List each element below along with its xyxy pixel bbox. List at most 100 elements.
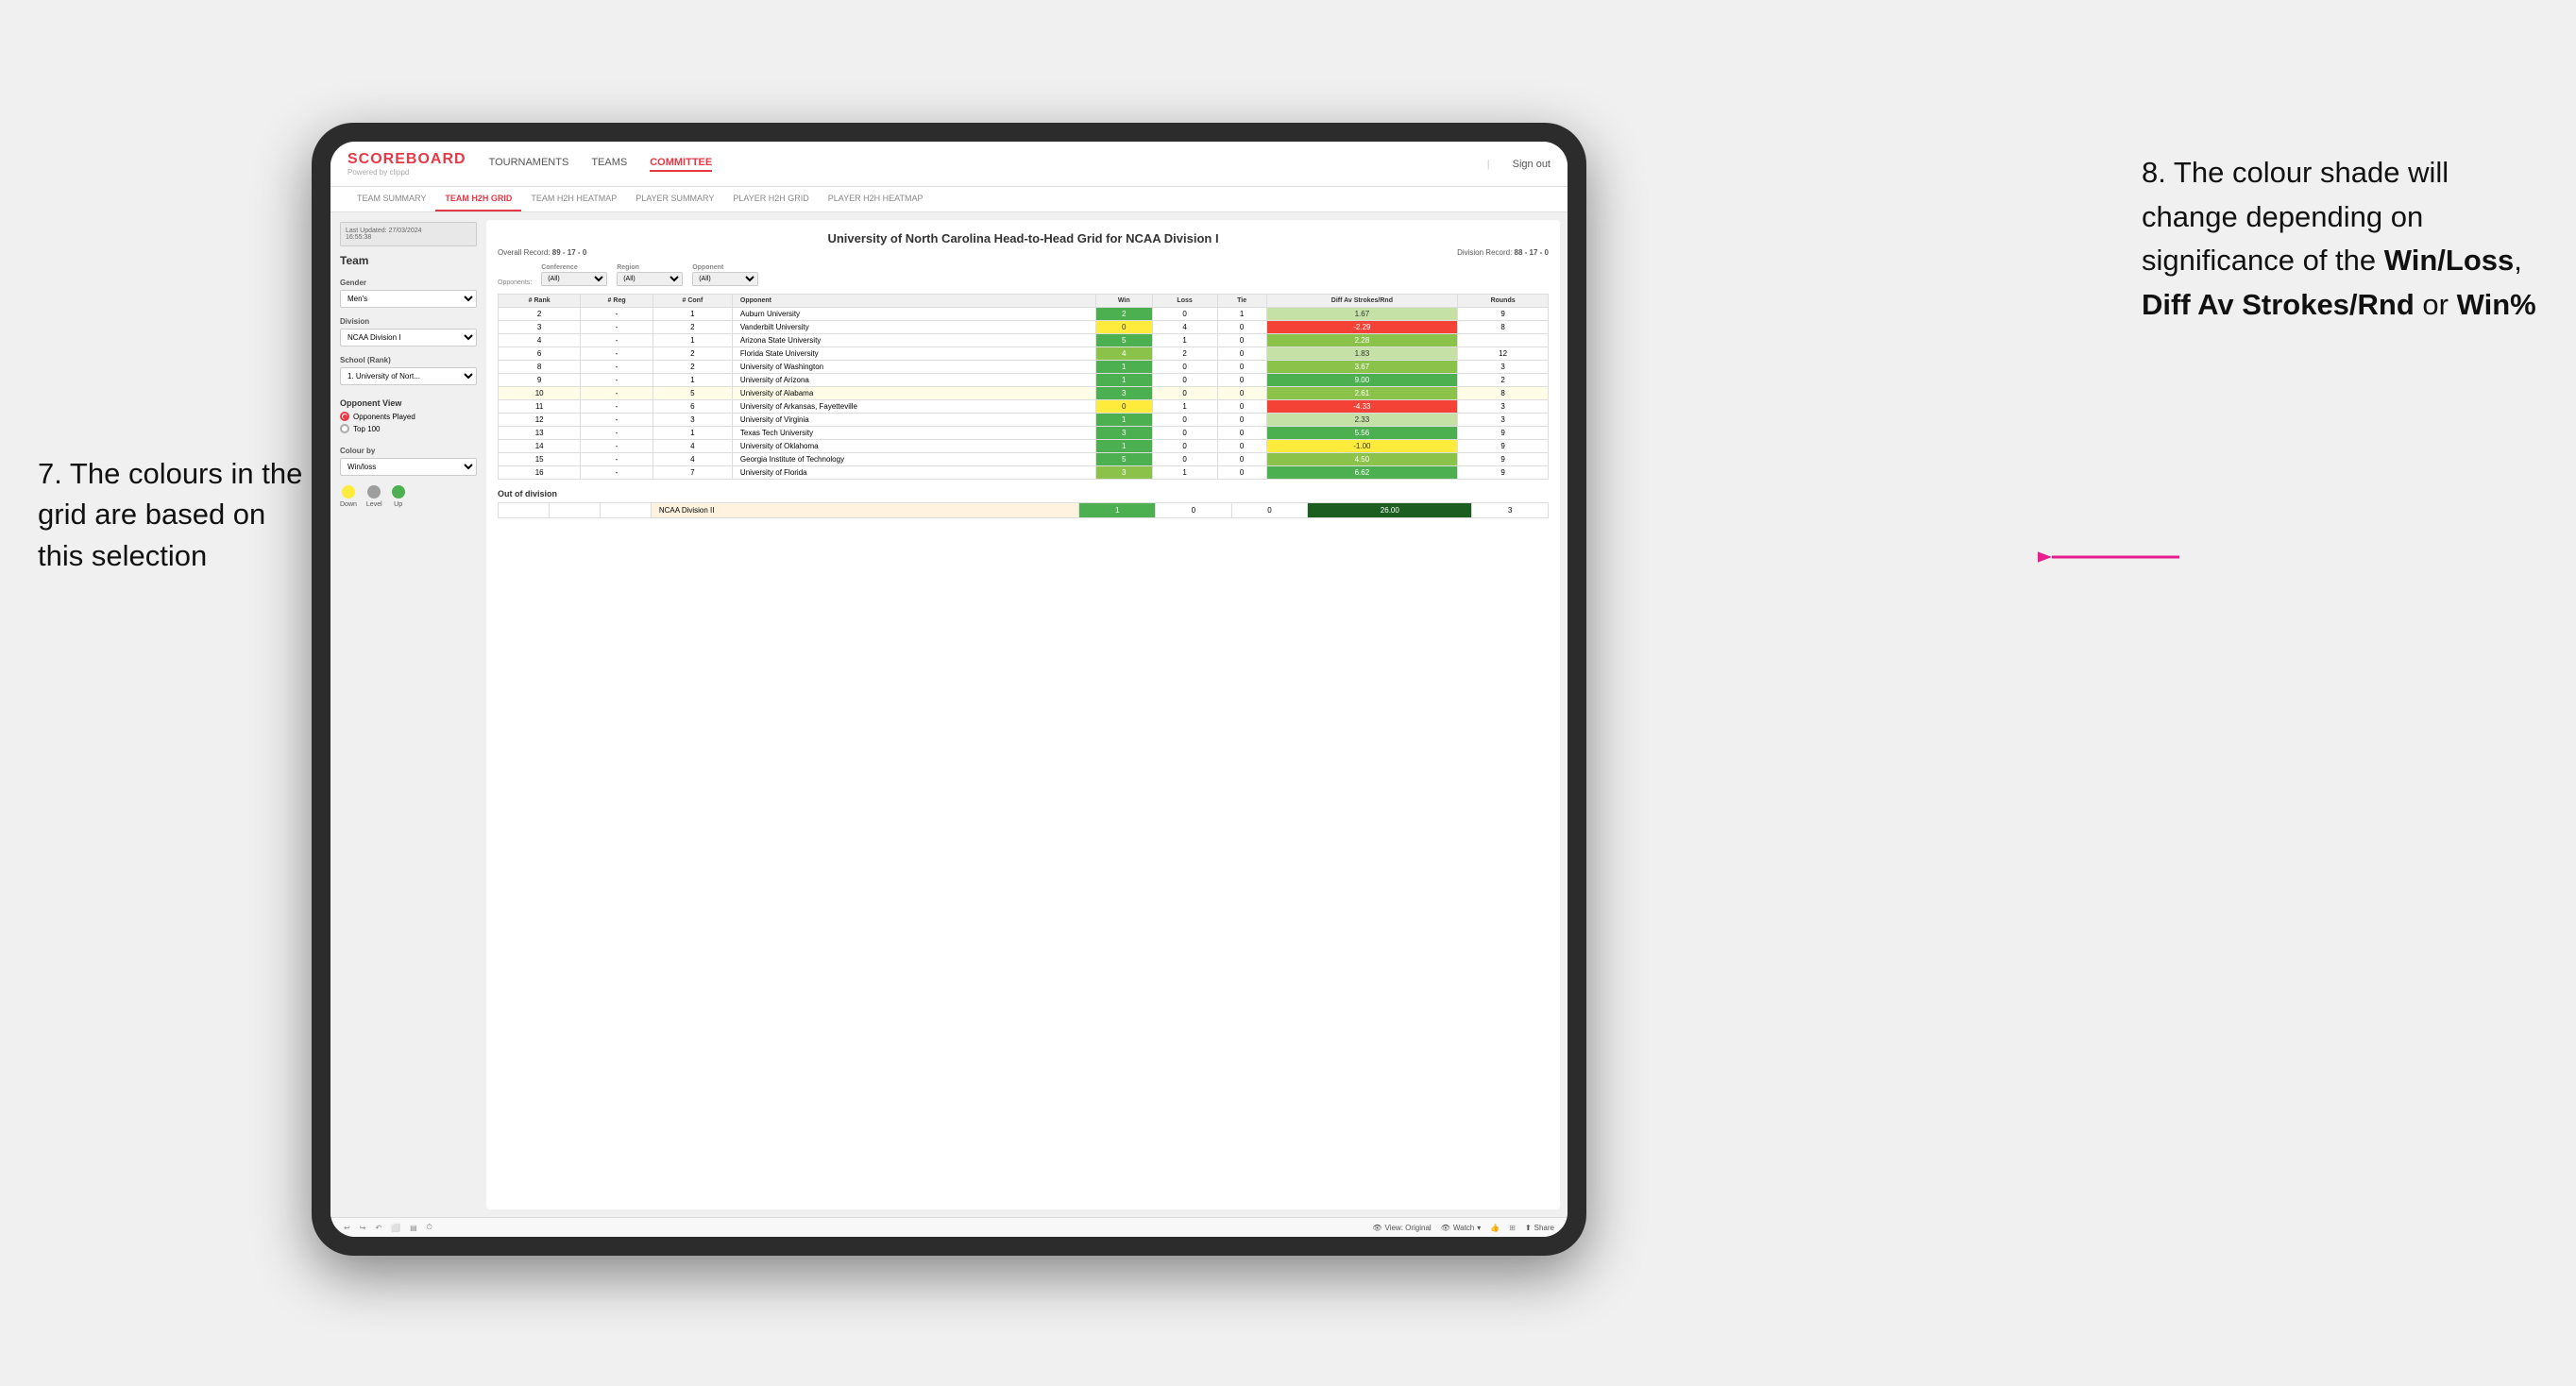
- cell-loss: 0: [1152, 387, 1217, 400]
- last-updated: Last Updated: 27/03/2024 16:55:38: [340, 222, 477, 246]
- toolbar-undo[interactable]: ↩: [344, 1224, 350, 1232]
- legend-down-label: Down: [340, 501, 357, 508]
- cell-conf: 2: [652, 361, 732, 374]
- cell-rounds: 9: [1458, 440, 1549, 453]
- annot-connector: or: [2422, 288, 2456, 321]
- cell-tie: 0: [1217, 453, 1266, 466]
- opponent-select[interactable]: (All): [692, 272, 758, 286]
- radio-dot-top100: [340, 424, 349, 433]
- ood-division: NCAA Division II: [651, 503, 1079, 518]
- sub-nav-team-h2h-grid[interactable]: TEAM H2H GRID: [435, 187, 521, 211]
- cell-reg: -: [581, 400, 653, 414]
- annotation-left-text: The colours in the grid are based on thi…: [38, 457, 302, 572]
- cell-tie: 0: [1217, 347, 1266, 361]
- sidebar-opponent-view-label: Opponent View: [340, 398, 477, 408]
- toolbar-view[interactable]: 👁 View: Original: [1372, 1224, 1431, 1232]
- conference-filter: Conference (All): [541, 264, 607, 286]
- nav-committee[interactable]: COMMITTEE: [650, 157, 712, 172]
- cell-diff: -4.33: [1266, 400, 1458, 414]
- cell-diff: 4.50: [1266, 453, 1458, 466]
- cell-loss: 2: [1152, 347, 1217, 361]
- overall-record: Overall Record: 89 - 17 - 0: [498, 248, 586, 257]
- cell-conf: 2: [652, 321, 732, 334]
- annotation-left-number: 7.: [38, 457, 62, 490]
- sidebar-school-select[interactable]: 1. University of Nort...: [340, 367, 477, 385]
- watch-icon: 👁: [1441, 1224, 1450, 1232]
- cell-diff: -1.00: [1266, 440, 1458, 453]
- toolbar-paste[interactable]: ▤: [410, 1224, 417, 1232]
- cell-reg: -: [581, 347, 653, 361]
- toolbar-back[interactable]: ↶: [375, 1224, 381, 1232]
- ood-conf: [600, 503, 651, 518]
- opponent-filter: Opponent (All): [692, 264, 758, 286]
- sidebar-opponent-view-section: Opponent View Opponents Played Top 100: [340, 398, 477, 433]
- grid-records: Overall Record: 89 - 17 - 0 Division Rec…: [498, 248, 1549, 257]
- cell-conf: 4: [652, 453, 732, 466]
- cell-rounds: 3: [1458, 400, 1549, 414]
- tablet-screen: SCOREBOARD Powered by clippd TOURNAMENTS…: [330, 142, 1568, 1237]
- table-row: 10 - 5 University of Alabama 3 0 0 2.61 …: [499, 387, 1549, 400]
- cell-reg: -: [581, 308, 653, 321]
- table-row: 13 - 1 Texas Tech University 3 0 0 5.56 …: [499, 427, 1549, 440]
- cell-tie: 0: [1217, 400, 1266, 414]
- ood-rounds: 3: [1472, 503, 1549, 518]
- sub-nav-team-summary[interactable]: TEAM SUMMARY: [347, 187, 435, 211]
- sub-nav-player-h2h-grid[interactable]: PLAYER H2H GRID: [723, 187, 818, 211]
- toolbar-grid-icon[interactable]: ⊞: [1509, 1224, 1516, 1232]
- radio-top100[interactable]: Top 100: [340, 424, 477, 433]
- col-rounds: Rounds: [1458, 295, 1549, 308]
- cell-tie: 0: [1217, 374, 1266, 387]
- col-loss: Loss: [1152, 295, 1217, 308]
- toolbar-redo[interactable]: ↪: [360, 1224, 366, 1232]
- filters-row: Opponents: Conference (All) Region (All)…: [498, 264, 1549, 286]
- cell-tie: 0: [1217, 414, 1266, 427]
- annot-right-num: 8.: [2142, 156, 2166, 189]
- out-of-division-table: NCAA Division II 1 0 0 26.00 3: [498, 502, 1549, 518]
- conference-select[interactable]: (All): [541, 272, 607, 286]
- cell-rank: 14: [499, 440, 581, 453]
- cell-win: 3: [1096, 466, 1152, 480]
- cell-rank: 4: [499, 334, 581, 347]
- cell-rank: 11: [499, 400, 581, 414]
- cell-rounds: 3: [1458, 361, 1549, 374]
- sidebar-team-section: Team: [340, 254, 477, 267]
- sign-out-btn[interactable]: Sign out: [1513, 159, 1551, 170]
- out-of-division-row: NCAA Division II 1 0 0 26.00 3: [499, 503, 1549, 518]
- page-background: 7. The colours in the grid are based on …: [0, 0, 2576, 1386]
- opponent-label: Opponent: [692, 264, 758, 271]
- annotation-left: 7. The colours in the grid are based on …: [38, 453, 312, 576]
- legend-level-label: Level: [366, 501, 382, 508]
- sidebar-colour-select[interactable]: Win/loss: [340, 458, 477, 476]
- col-tie: Tie: [1217, 295, 1266, 308]
- region-select[interactable]: (All): [617, 272, 683, 286]
- radio-opponents-played[interactable]: Opponents Played: [340, 412, 477, 421]
- cell-rank: 15: [499, 453, 581, 466]
- ood-loss: 0: [1156, 503, 1232, 518]
- cell-opponent: University of Alabama: [732, 387, 1095, 400]
- opponents-filter: Opponents:: [498, 279, 532, 286]
- h2h-table: # Rank # Reg # Conf Opponent Win Loss Ti…: [498, 294, 1549, 480]
- cell-tie: 0: [1217, 321, 1266, 334]
- toolbar-share[interactable]: ⬆ Share: [1525, 1224, 1554, 1232]
- sub-nav-team-h2h-heatmap[interactable]: TEAM H2H HEATMAP: [521, 187, 626, 211]
- sidebar-division-select[interactable]: NCAA Division I: [340, 329, 477, 346]
- nav-tournaments[interactable]: TOURNAMENTS: [489, 157, 569, 172]
- cell-reg: -: [581, 387, 653, 400]
- cell-opponent: University of Oklahoma: [732, 440, 1095, 453]
- cell-diff: 2.61: [1266, 387, 1458, 400]
- toolbar-clock[interactable]: ⏱: [427, 1223, 432, 1232]
- toolbar-thumbsup[interactable]: 👍: [1490, 1224, 1500, 1232]
- region-filter: Region (All): [617, 264, 683, 286]
- table-row: 11 - 6 University of Arkansas, Fayettevi…: [499, 400, 1549, 414]
- nav-teams[interactable]: TEAMS: [591, 157, 627, 172]
- cell-loss: 1: [1152, 334, 1217, 347]
- col-win: Win: [1096, 295, 1152, 308]
- sidebar-gender-select[interactable]: Men's: [340, 290, 477, 308]
- cell-opponent: Vanderbilt University: [732, 321, 1095, 334]
- sidebar-school-label: School (Rank): [340, 356, 477, 364]
- sub-nav-player-h2h-heatmap[interactable]: PLAYER H2H HEATMAP: [819, 187, 933, 211]
- sub-nav-player-summary[interactable]: PLAYER SUMMARY: [626, 187, 723, 211]
- legend-level: Level: [366, 485, 382, 508]
- toolbar-copy[interactable]: ⬜: [391, 1224, 400, 1232]
- toolbar-watch[interactable]: 👁 Watch ▾: [1441, 1224, 1482, 1232]
